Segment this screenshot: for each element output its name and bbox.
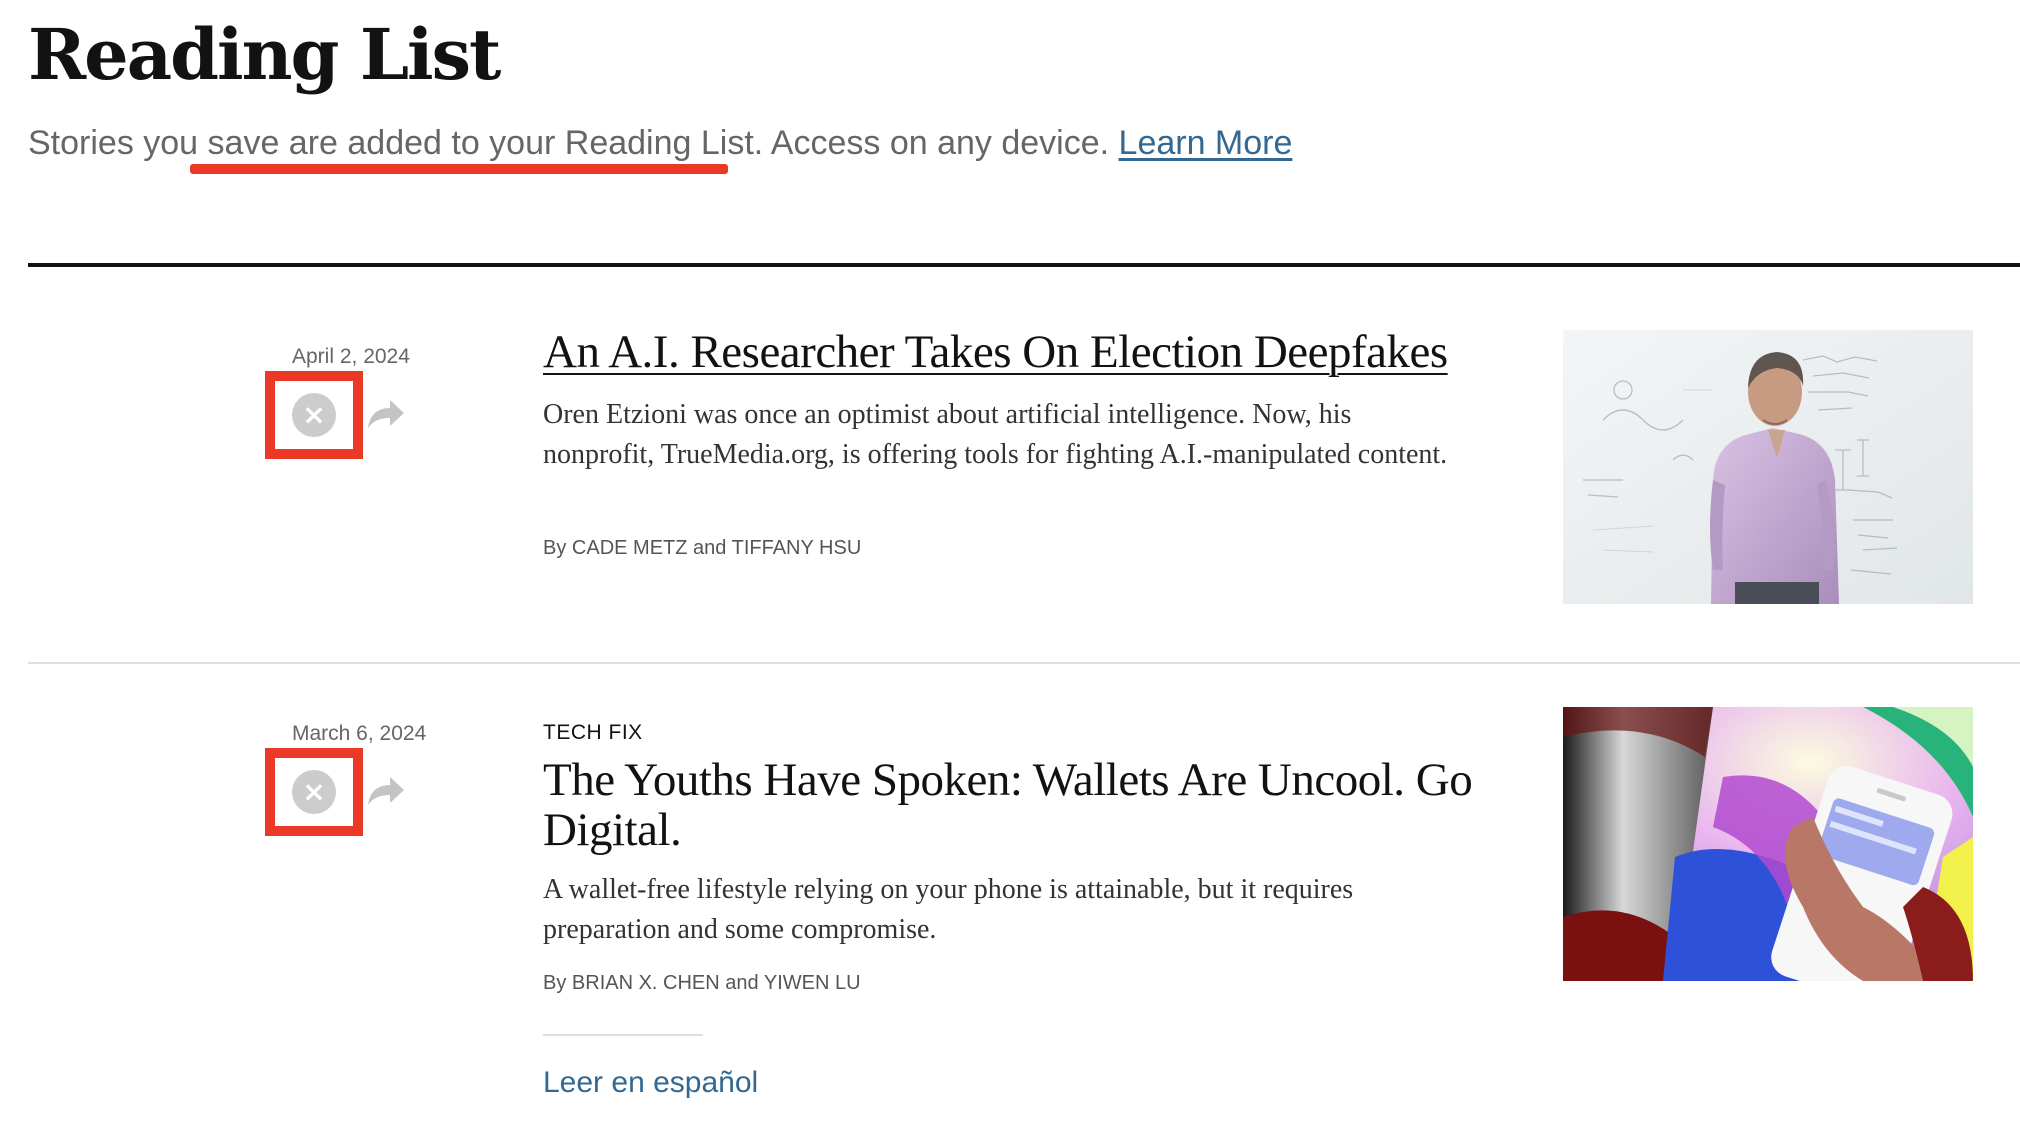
author-name[interactable]: Brian X. Chen xyxy=(572,972,720,994)
article-headline[interactable]: An A.I. Researcher Takes On Election Dee… xyxy=(543,327,1448,377)
intro-description: Stories you save are added to your Readi… xyxy=(28,124,1110,162)
article-byline: By Brian X. Chen and Yiwen Lu xyxy=(543,972,861,995)
close-circle-icon: × xyxy=(292,770,336,814)
article-byline: By Cade Metz and Tiffany Hsu xyxy=(543,537,861,560)
man-at-whiteboard-photo xyxy=(1563,330,1973,604)
article-kicker[interactable]: TECH FIX xyxy=(543,721,643,745)
saved-date: March 6, 2024 xyxy=(292,722,427,745)
phone-wallet-illustration xyxy=(1563,707,1973,981)
article-headline[interactable]: The Youths Have Spoken: Wallets Are Unco… xyxy=(543,755,1543,855)
remove-button[interactable]: × xyxy=(265,748,363,836)
author-name[interactable]: Cade Metz xyxy=(572,537,688,559)
section-divider xyxy=(28,263,2020,267)
reading-list-page: Reading List Stories you save are added … xyxy=(0,0,2020,1134)
page-title: Reading List xyxy=(28,13,501,96)
remove-button[interactable]: × xyxy=(265,371,363,459)
intro-text: Stories you save are added to your Readi… xyxy=(28,118,1292,168)
author-name[interactable]: Yiwen Lu xyxy=(764,972,861,994)
article-summary: A wallet-free lifestyle relying on your … xyxy=(543,874,1354,945)
close-circle-icon: × xyxy=(292,393,336,437)
share-arrow-icon[interactable] xyxy=(364,396,406,432)
byline-and: and xyxy=(725,972,759,994)
article-summary: Oren Etzioni was once an optimist about … xyxy=(543,399,1448,470)
annotation-underline xyxy=(190,164,728,174)
byline-and: and xyxy=(693,537,727,559)
share-arrow-icon[interactable] xyxy=(364,773,406,809)
translation-link[interactable]: Leer en español xyxy=(543,1066,758,1100)
article-thumbnail[interactable] xyxy=(1563,330,1973,604)
item-divider xyxy=(28,662,2020,664)
learn-more-link[interactable]: Learn More xyxy=(1119,124,1293,162)
saved-date: April 2, 2024 xyxy=(292,345,410,368)
author-name[interactable]: Tiffany Hsu xyxy=(732,537,862,559)
byline-prefix: By xyxy=(543,972,567,994)
article-thumbnail[interactable] xyxy=(1563,707,1973,981)
translation-divider xyxy=(543,1034,703,1036)
byline-prefix: By xyxy=(543,537,567,559)
